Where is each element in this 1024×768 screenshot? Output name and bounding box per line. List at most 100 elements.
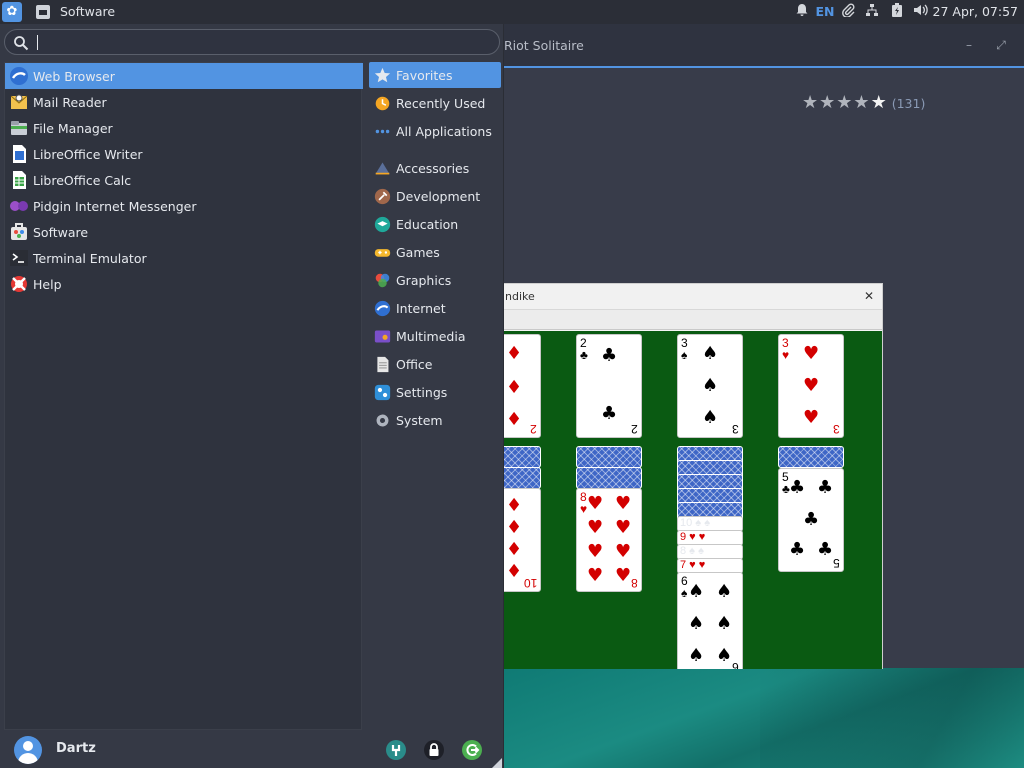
desktop-wallpaper: [500, 668, 1024, 768]
favorite-item-label: Terminal Emulator: [33, 250, 147, 266]
rating-star-icon: ★: [819, 92, 836, 113]
favorite-item-label: Pidgin Internet Messenger: [33, 198, 197, 214]
klondike-toolbar: [501, 310, 882, 330]
avatar: [14, 736, 42, 764]
category-label: Games: [396, 244, 440, 260]
favorite-item[interactable]: LibreOffice Calc: [5, 167, 363, 193]
multimedia-icon: [374, 328, 391, 345]
settings-icon: [374, 384, 391, 401]
star-icon: [374, 67, 391, 84]
category-graphics[interactable]: Graphics: [369, 267, 501, 293]
software-icon: [9, 222, 29, 242]
category-label: Accessories: [396, 160, 470, 176]
category-label: Education: [396, 216, 459, 232]
category-label: All Applications: [396, 123, 492, 139]
resize-grip-icon[interactable]: [492, 756, 502, 768]
foundation-card[interactable]: ♦ ♦ ♦ 2: [501, 334, 541, 438]
username: Dartz: [56, 741, 96, 756]
minimize-icon[interactable]: –: [960, 36, 978, 54]
volume-icon[interactable]: [912, 3, 930, 21]
favorite-item[interactable]: Help: [5, 271, 363, 297]
category-all-applications[interactable]: All Applications: [369, 118, 501, 144]
software-task-icon[interactable]: [36, 5, 50, 19]
category-star[interactable]: Favorites: [369, 62, 501, 88]
category-development[interactable]: Development: [369, 183, 501, 209]
favorite-item[interactable]: Web Browser: [5, 63, 363, 89]
card-back: [778, 446, 844, 468]
category-education[interactable]: Education: [369, 211, 501, 237]
category-system[interactable]: System: [369, 407, 501, 433]
keyboard-layout-indicator[interactable]: EN: [814, 3, 836, 21]
favorite-item[interactable]: File Manager: [5, 115, 363, 141]
favorite-item-label: LibreOffice Calc: [33, 172, 132, 188]
whisker-menu-icon[interactable]: ✿: [2, 2, 22, 22]
tableau-card[interactable]: 5 ♣ ♣ ♣ ♣ ♣ ♣ 5: [778, 468, 844, 572]
clock[interactable]: 27 Apr, 07:57: [933, 4, 1018, 19]
card-back: [576, 467, 642, 489]
software-window-header: Riot Solitaire – ⤢: [500, 24, 1024, 68]
development-icon: [374, 188, 391, 205]
clock-icon: [374, 95, 391, 112]
maximize-icon[interactable]: ⤢: [992, 36, 1010, 54]
search-input[interactable]: [33, 33, 493, 53]
close-icon[interactable]: ✕: [864, 289, 874, 303]
battery-icon[interactable]: [890, 3, 904, 21]
card-back: [576, 446, 642, 468]
notification-bell-icon[interactable]: [794, 3, 810, 21]
favorite-item-label: File Manager: [33, 120, 113, 136]
category-label: Internet: [396, 300, 446, 316]
card-table: ♦ ♦ ♦ 2 2 ♣ ♣ ♣ 2 3 ♠ ♠ ♠ ♠ 3 3 ♥ ♥ ♥ ♥ 3: [501, 331, 882, 669]
search-icon: [13, 35, 29, 51]
search-box[interactable]: [4, 29, 500, 55]
card-back: [501, 446, 541, 468]
category-label: Development: [396, 188, 481, 204]
tableau-card[interactable]: 6 ♠ ♠ ♠ ♠ ♠ ♠ ♠ 6: [677, 572, 743, 669]
lock-screen-icon[interactable]: [423, 739, 445, 761]
category-clock[interactable]: Recently Used: [369, 90, 501, 116]
favorite-item[interactable]: Software: [5, 219, 363, 245]
rating-star-icon: ★: [802, 92, 819, 113]
category-internet[interactable]: Internet: [369, 295, 501, 321]
rating-star-icon: ★: [836, 92, 853, 113]
favorite-item[interactable]: Terminal Emulator: [5, 245, 363, 271]
favorites-list: Web Browser Mail Reader File Manager LibreO…: [4, 62, 363, 730]
foundation-card[interactable]: 3 ♥ ♥ ♥ ♥ 3: [778, 334, 844, 438]
category-label: System: [396, 412, 443, 428]
klondike-titlebar[interactable]: ndike ✕: [501, 284, 882, 310]
software-window-title: Riot Solitaire: [504, 38, 584, 53]
clip-icon[interactable]: [840, 3, 856, 21]
favorite-item[interactable]: Mail Reader: [5, 89, 363, 115]
category-label: Settings: [396, 384, 448, 400]
favorite-item[interactable]: Pidgin Internet Messenger: [5, 193, 363, 219]
favorite-item[interactable]: LibreOffice Writer: [5, 141, 363, 167]
category-label: Favorites: [396, 67, 453, 83]
network-icon[interactable]: [864, 3, 880, 21]
tableau-card[interactable]: 8 ♥ ♥ ♥ ♥ ♥ ♥ ♥ ♥ ♥ 8: [576, 488, 642, 592]
foundation-card[interactable]: 2 ♣ ♣ ♣ 2: [576, 334, 642, 438]
favorite-item-label: Mail Reader: [33, 94, 107, 110]
category-multimedia[interactable]: Multimedia: [369, 323, 501, 349]
libreoffice-writer-icon: [9, 144, 29, 164]
rating-star-icon: ★: [870, 92, 887, 113]
help-icon: [9, 274, 29, 294]
category-accessories[interactable]: Accessories: [369, 155, 501, 181]
favorite-item-label: Software: [33, 224, 89, 240]
internet-icon: [374, 300, 391, 317]
tableau-card[interactable]: ♦ ♦ ♦ ♦ 10: [501, 488, 541, 592]
log-out-icon[interactable]: [461, 739, 483, 761]
favorite-item-label: Help: [33, 276, 62, 292]
card-back: [501, 467, 541, 489]
category-games[interactable]: Games: [369, 239, 501, 265]
active-window-label[interactable]: Software: [60, 4, 115, 19]
foundation-card[interactable]: 3 ♠ ♠ ♠ ♠ 3: [677, 334, 743, 438]
category-office[interactable]: Office: [369, 351, 501, 377]
education-icon: [374, 216, 391, 233]
klondike-window-title: ndike: [505, 290, 535, 303]
menu-footer: Dartz: [0, 730, 504, 768]
category-label: Recently Used: [396, 95, 486, 111]
category-label: Office: [396, 356, 433, 372]
category-list: Favorites Recently Used All Applications Ac…: [369, 62, 501, 482]
category-settings[interactable]: Settings: [369, 379, 501, 405]
settings-manager-icon[interactable]: [385, 739, 407, 761]
text-caret: [37, 35, 38, 50]
